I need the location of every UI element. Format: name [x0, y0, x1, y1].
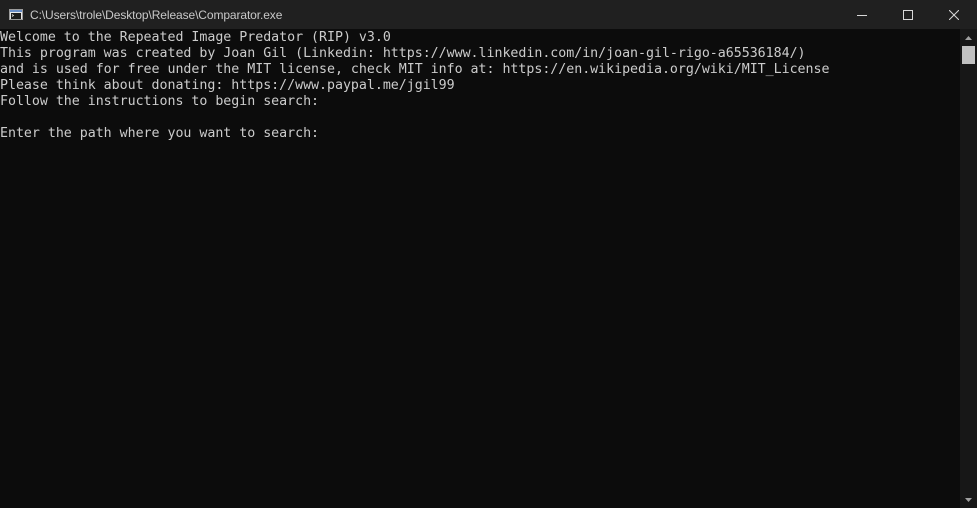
caption-buttons	[839, 0, 977, 29]
title-bar[interactable]: C:\Users\trole\Desktop\Release\Comparato…	[0, 0, 977, 29]
scroll-up-button[interactable]	[960, 29, 977, 46]
close-button[interactable]	[931, 0, 977, 29]
console-app-icon	[9, 9, 23, 20]
scroll-down-arrow-icon	[965, 497, 972, 502]
minimize-icon	[857, 14, 867, 16]
scroll-up-arrow-icon	[965, 35, 972, 40]
vertical-scrollbar[interactable]	[960, 29, 977, 508]
minimize-button[interactable]	[839, 0, 885, 29]
scrollbar-thumb[interactable]	[962, 46, 975, 64]
console-output[interactable]: Welcome to the Repeated Image Predator (…	[0, 30, 960, 508]
maximize-button[interactable]	[885, 0, 931, 29]
console-prompt-path[interactable]: Enter the path where you want to search:	[0, 126, 960, 142]
maximize-icon	[903, 9, 913, 20]
console-line-donate: Please think about donating: https://www…	[0, 78, 455, 93]
scroll-down-button[interactable]	[960, 491, 977, 508]
console-line-author: This program was created by Joan Gil (Li…	[0, 46, 806, 61]
console-window: C:\Users\trole\Desktop\Release\Comparato…	[0, 0, 977, 508]
console-line-instructions: Follow the instructions to begin search:	[0, 94, 320, 109]
console-line-welcome: Welcome to the Repeated Image Predator (…	[0, 30, 391, 45]
window-title: C:\Users\trole\Desktop\Release\Comparato…	[30, 7, 283, 22]
console-line-license: and is used for free under the MIT licen…	[0, 62, 830, 77]
close-icon	[949, 9, 959, 20]
